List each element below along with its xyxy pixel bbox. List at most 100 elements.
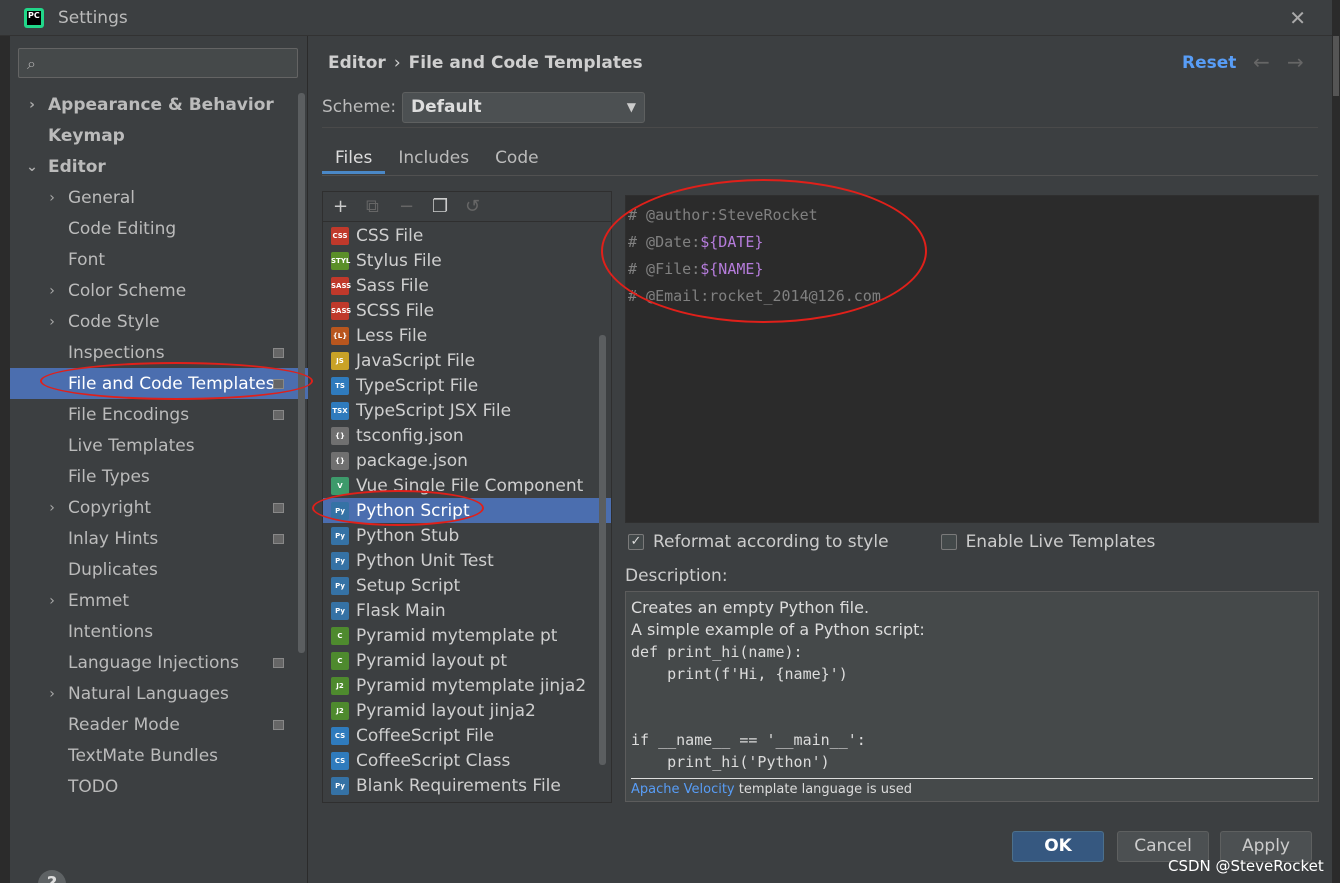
sidebar-item-label: TextMate Bundles [68, 745, 219, 766]
sidebar-item[interactable]: › Color Scheme [10, 275, 308, 306]
template-list-item[interactable]: Py Setup Script [323, 573, 611, 598]
template-list-scrollbar[interactable] [599, 335, 606, 765]
sidebar-item[interactable]: TODO [10, 771, 308, 802]
chevron-down-icon[interactable]: ⌄ [26, 159, 38, 175]
sidebar-item[interactable]: TextMate Bundles [10, 740, 308, 771]
tab-code[interactable]: Code [482, 142, 552, 174]
template-list-item[interactable]: Py Python Stub [323, 523, 611, 548]
template-list-item[interactable]: Py Python Unit Test [323, 548, 611, 573]
template-name: Pyramid layout jinja2 [356, 700, 536, 721]
sidebar-item[interactable]: › Appearance & Behavior [10, 89, 308, 120]
sidebar-item[interactable]: Keymap [10, 120, 308, 151]
scheme-value: Default [411, 97, 482, 117]
chevron-right-icon[interactable]: › [46, 593, 58, 609]
sidebar-item-label: Code Editing [68, 218, 177, 239]
sidebar-item[interactable]: › Emmet [10, 585, 308, 616]
template-list-item[interactable]: Py Flask Main [323, 598, 611, 623]
code-line: # @File:${NAME} [628, 256, 1318, 283]
sidebar-scrollbar[interactable] [298, 93, 305, 653]
remove-icon[interactable]: − [399, 196, 432, 217]
reset-link[interactable]: Reset [1182, 53, 1236, 73]
copy-icon[interactable]: ⧉ [366, 196, 399, 217]
chevron-right-icon[interactable]: › [26, 97, 38, 113]
file-type-icon: CSS [331, 226, 349, 245]
sidebar-item[interactable]: Font [10, 244, 308, 275]
template-list-item[interactable]: {} tsconfig.json [323, 423, 611, 448]
template-list-item[interactable]: CS CoffeeScript Class [323, 748, 611, 773]
sidebar-item[interactable]: Reader Mode [10, 709, 308, 740]
template-editor[interactable]: # @author:SteveRocket # @Date:${DATE} # @F… [625, 195, 1319, 523]
duplicate-icon[interactable]: ❐ [432, 196, 465, 217]
template-list-item[interactable]: Py Blank Requirements File [323, 773, 611, 798]
chevron-right-icon[interactable]: › [46, 314, 58, 330]
template-list-item[interactable]: CSS CSS File [323, 223, 611, 248]
template-list-item[interactable]: {} package.json [323, 448, 611, 473]
chevron-right-icon[interactable]: › [46, 283, 58, 299]
template-list-item[interactable]: J2 Pyramid mytemplate jinja2 [323, 673, 611, 698]
back-arrow-icon[interactable]: ← [1253, 50, 1270, 74]
sidebar-item[interactable]: Live Templates [10, 430, 308, 461]
breadcrumb-parent[interactable]: Editor [328, 53, 386, 73]
file-type-icon: Py [331, 501, 349, 520]
chevron-right-icon[interactable]: › [46, 500, 58, 516]
sidebar-item[interactable]: › Code Style [10, 306, 308, 337]
live-templates-label[interactable]: Enable Live Templates [966, 532, 1156, 552]
file-type-icon: Py [331, 776, 349, 795]
template-name: Sass File [356, 275, 429, 296]
background-window-edge [1332, 0, 1340, 883]
live-templates-checkbox[interactable] [940, 534, 957, 550]
template-list-item[interactable]: SASS Sass File [323, 273, 611, 298]
sidebar-item[interactable]: Language Injections [10, 647, 308, 678]
scheme-select[interactable]: Default ▼ [402, 92, 645, 123]
close-icon[interactable]: ✕ [1289, 6, 1306, 30]
sidebar-item[interactable]: Intentions [10, 616, 308, 647]
sidebar-item[interactable]: Code Editing [10, 213, 308, 244]
description-panel: Creates an empty Python file. A simple e… [625, 591, 1319, 802]
sidebar-item[interactable]: File and Code Templates [10, 368, 308, 399]
project-scope-icon [273, 347, 284, 358]
template-list-item[interactable]: TS TypeScript File [323, 373, 611, 398]
sidebar-item[interactable]: › Natural Languages [10, 678, 308, 709]
add-icon[interactable]: + [333, 196, 366, 217]
sidebar-item-label: Color Scheme [68, 280, 187, 301]
template-list-item[interactable]: JS JavaScript File [323, 348, 611, 373]
template-list-item[interactable]: C Pyramid layout pt [323, 648, 611, 673]
file-type-icon: J2 [331, 676, 349, 695]
chevron-right-icon[interactable]: › [46, 190, 58, 206]
sidebar-item[interactable]: ⌄ Editor [10, 151, 308, 182]
template-list-item[interactable]: {L} Less File [323, 323, 611, 348]
template-list-panel: + ⧉ − ❐ ↺ CSS CSS File STYL Stylus File SASS… [322, 191, 612, 803]
sidebar-item[interactable]: Inlay Hints [10, 523, 308, 554]
template-name: CoffeeScript Class [356, 750, 511, 771]
code-comment: # @Date: [628, 233, 701, 251]
template-name: Vue Single File Component [356, 475, 584, 496]
apache-velocity-link[interactable]: Apache Velocity [631, 782, 735, 797]
sidebar-item[interactable]: File Encodings [10, 399, 308, 430]
chevron-right-icon[interactable]: › [46, 686, 58, 702]
sidebar-item[interactable]: Duplicates [10, 554, 308, 585]
help-button[interactable]: ? [38, 870, 66, 883]
template-list-item[interactable]: SASS SCSS File [323, 298, 611, 323]
template-list-item[interactable]: V Vue Single File Component [323, 473, 611, 498]
reformat-checkbox[interactable]: ✓ [628, 534, 644, 550]
template-name: Less File [356, 325, 428, 346]
template-list-item[interactable]: CS CoffeeScript File [323, 723, 611, 748]
template-list-item[interactable]: STYL Stylus File [323, 248, 611, 273]
settings-search-input[interactable]: ⌕ [18, 48, 298, 78]
template-list-item[interactable]: J2 Pyramid layout jinja2 [323, 698, 611, 723]
ok-button[interactable]: OK [1012, 831, 1104, 862]
revert-icon[interactable]: ↺ [465, 196, 498, 217]
template-list-item[interactable]: C Pyramid mytemplate pt [323, 623, 611, 648]
sidebar-item[interactable]: › General [10, 182, 308, 213]
reformat-label[interactable]: Reformat according to style [653, 532, 889, 552]
tab-includes[interactable]: Includes [385, 142, 482, 174]
template-list-item[interactable]: Py Python Script [323, 498, 611, 523]
sidebar-item[interactable]: › Copyright [10, 492, 308, 523]
template-list-item[interactable]: TSX TypeScript JSX File [323, 398, 611, 423]
sidebar-item[interactable]: File Types [10, 461, 308, 492]
sidebar-item[interactable]: Inspections [10, 337, 308, 368]
forward-arrow-icon[interactable]: → [1287, 50, 1304, 74]
window-title: Settings [58, 7, 128, 28]
tab-files[interactable]: Files [322, 142, 386, 174]
code-comment: # @author:SteveRocket [628, 206, 818, 224]
